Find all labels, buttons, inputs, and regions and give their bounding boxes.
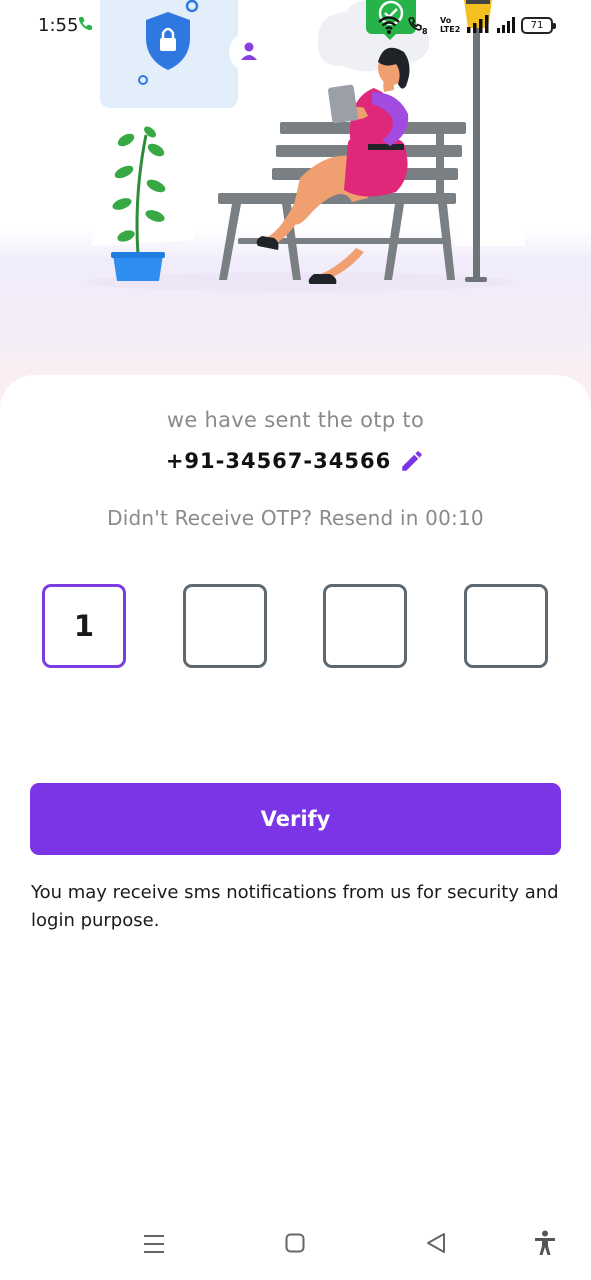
phone-row: +91-34567-34566 xyxy=(0,448,591,474)
svg-text:8: 8 xyxy=(422,27,428,36)
battery-icon: 71 xyxy=(521,17,556,34)
otp-verification-screen: 1:55 8 Vo LTE2 71 we have sent the otp t… xyxy=(0,0,591,1280)
otp-digit-3[interactable] xyxy=(323,584,407,668)
edit-icon[interactable] xyxy=(399,448,425,474)
signal-icon xyxy=(467,15,489,33)
home-icon[interactable] xyxy=(285,1233,305,1253)
call-icon xyxy=(78,17,92,31)
status-time: 1:55 xyxy=(38,15,79,36)
accessibility-icon[interactable] xyxy=(533,1230,557,1256)
menu-icon[interactable] xyxy=(143,1233,165,1255)
signal-icon xyxy=(497,17,515,33)
otp-sent-label: we have sent the otp to xyxy=(166,408,425,432)
wifi-icon xyxy=(378,16,400,34)
sms-notice: You may receive sms notifications from u… xyxy=(31,882,559,931)
hero-illustration xyxy=(0,0,591,420)
verify-button[interactable]: Verify xyxy=(30,783,561,855)
woman-on-bench-illustration xyxy=(85,0,525,292)
phone-number: +91-34567-34566 xyxy=(165,449,392,473)
navigation-bar xyxy=(0,1215,591,1275)
otp-digit-2[interactable] xyxy=(183,584,267,668)
resend-timer-label: Didn't Receive OTP? Resend in 00:10 xyxy=(107,506,484,530)
otp-input-row: 1 xyxy=(0,584,591,668)
volte-icon: Vo LTE2 xyxy=(440,16,461,34)
status-bar: 1:55 8 Vo LTE2 71 xyxy=(0,0,591,52)
plant-pot xyxy=(113,255,163,281)
otp-digit-1[interactable]: 1 xyxy=(42,584,126,668)
back-icon[interactable] xyxy=(425,1232,447,1254)
wifi-calling-icon: 8 xyxy=(408,17,428,36)
otp-digit-4[interactable] xyxy=(464,584,548,668)
